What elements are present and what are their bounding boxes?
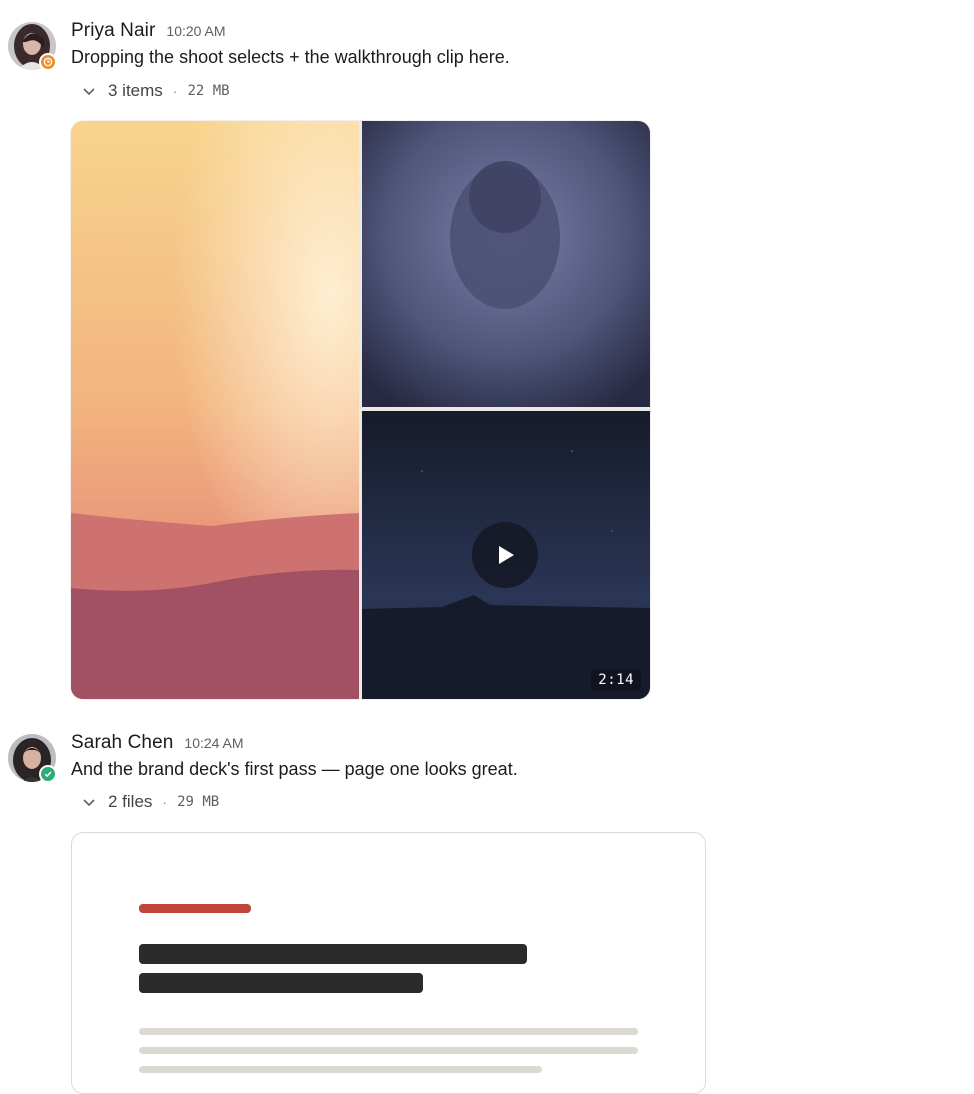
attachment-size: 29 MB xyxy=(177,794,220,810)
doc-body-line xyxy=(139,1066,542,1073)
photo-desert-sunset[interactable] xyxy=(71,121,359,699)
attachments-toggle[interactable]: 2 files · 29 MB xyxy=(80,792,219,812)
timestamp[interactable]: 10:20 AM xyxy=(166,23,225,39)
media-gallery: 2:14 xyxy=(71,121,650,699)
play-icon xyxy=(499,546,514,564)
avatar[interactable] xyxy=(8,734,57,783)
doc-body-line xyxy=(139,1047,638,1054)
active-status-icon xyxy=(39,765,57,783)
chevron-down-icon xyxy=(80,793,98,811)
timestamp[interactable]: 10:24 AM xyxy=(184,735,243,751)
attachment-count: 2 files xyxy=(108,792,153,811)
chevron-down-icon xyxy=(80,82,98,100)
document-preview[interactable] xyxy=(71,832,706,1094)
doc-body-line xyxy=(139,1028,638,1035)
doc-accent-bar xyxy=(139,904,251,913)
attachment-count: 3 items xyxy=(108,81,163,100)
video-duration: 2:14 xyxy=(591,669,641,691)
away-status-icon xyxy=(39,53,57,71)
message-text: Dropping the shoot selects + the walkthr… xyxy=(71,47,510,67)
attachment-size: 22 MB xyxy=(187,83,230,99)
message-header: Priya Nair 10:20 AM xyxy=(71,20,226,42)
message-text: And the brand deck's first pass — page o… xyxy=(71,759,518,779)
video-walkthrough[interactable]: 2:14 xyxy=(362,411,650,699)
separator: · xyxy=(162,794,168,810)
photo-portrait[interactable] xyxy=(362,121,650,407)
message-header: Sarah Chen 10:24 AM xyxy=(71,732,244,754)
attachments-toggle[interactable]: 3 items · 22 MB xyxy=(80,81,230,101)
play-button[interactable] xyxy=(472,522,538,588)
author-name[interactable]: Priya Nair xyxy=(71,20,155,42)
doc-heading-line xyxy=(139,944,527,964)
doc-heading-line xyxy=(139,973,423,993)
message-priya: Priya Nair 10:20 AM Dropping the shoot s… xyxy=(0,0,974,700)
avatar[interactable] xyxy=(8,22,57,71)
author-name[interactable]: Sarah Chen xyxy=(71,732,173,754)
separator: · xyxy=(172,83,178,99)
